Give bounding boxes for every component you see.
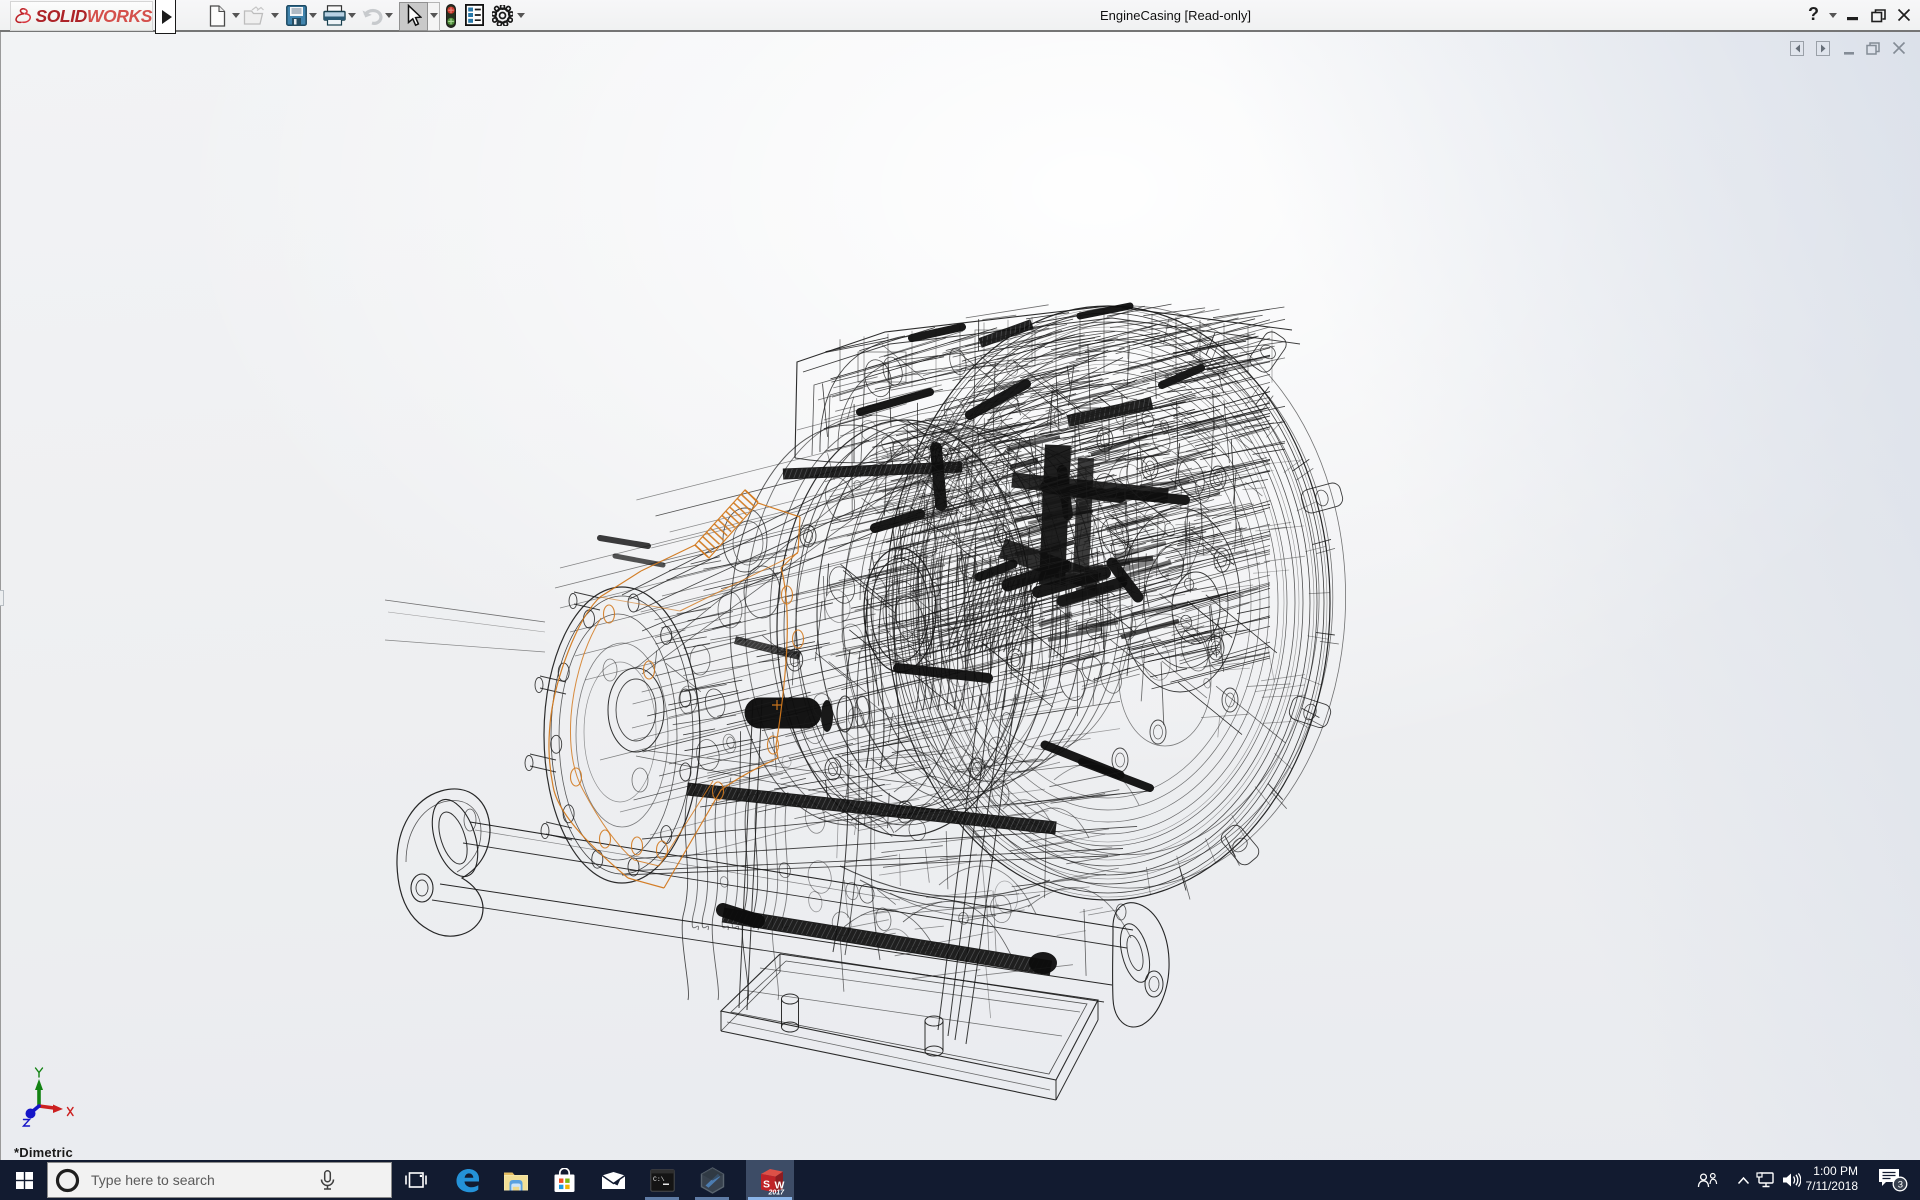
svg-text:C:\: C:\ <box>653 1176 665 1183</box>
svg-text:2017: 2017 <box>767 1189 785 1195</box>
svg-text:3: 3 <box>1898 1179 1903 1190</box>
